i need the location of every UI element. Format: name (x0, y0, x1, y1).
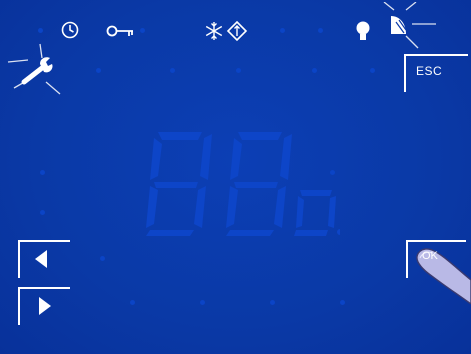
temperature-readout (146, 132, 340, 236)
fan-icon (383, 2, 436, 49)
wrench-icon (7, 43, 61, 95)
button-border (18, 287, 70, 289)
arrow-left-icon (35, 250, 47, 268)
indicator-dot (130, 300, 135, 305)
indicator-dot (96, 68, 101, 73)
button-border (404, 54, 468, 56)
arrow-right-icon (39, 297, 51, 315)
defrost-icon (226, 20, 248, 42)
indicator-dot (38, 28, 43, 33)
indicator-dot (140, 28, 145, 33)
left-arrow-button[interactable] (18, 240, 70, 278)
indicator-dot (318, 28, 323, 33)
indicator-dot (100, 256, 105, 261)
indicator-dot (370, 68, 375, 73)
key-icon (106, 25, 133, 37)
snowflake-icon (205, 22, 223, 40)
indicator-dot (236, 68, 241, 73)
esc-label: ESC (416, 64, 443, 78)
indicator-dot (340, 300, 345, 305)
button-border (404, 54, 406, 92)
clock-icon (61, 21, 79, 39)
button-border (406, 240, 408, 278)
indicator-dot (40, 170, 45, 175)
button-border (18, 240, 70, 242)
button-border (18, 287, 20, 325)
indicator-dot (40, 210, 45, 215)
indicator-dot (312, 68, 317, 73)
right-arrow-button[interactable] (18, 287, 70, 325)
button-border (406, 240, 466, 242)
indicator-dot (170, 68, 175, 73)
controller-display-panel: ESC OK (0, 0, 471, 354)
finger-pointer-icon (416, 248, 471, 304)
esc-button[interactable]: ESC (404, 54, 468, 92)
button-border (18, 240, 20, 278)
indicator-dot (280, 28, 285, 33)
indicator-dot (270, 300, 275, 305)
indicator-dot (200, 300, 205, 305)
ok-label: OK (422, 250, 438, 262)
